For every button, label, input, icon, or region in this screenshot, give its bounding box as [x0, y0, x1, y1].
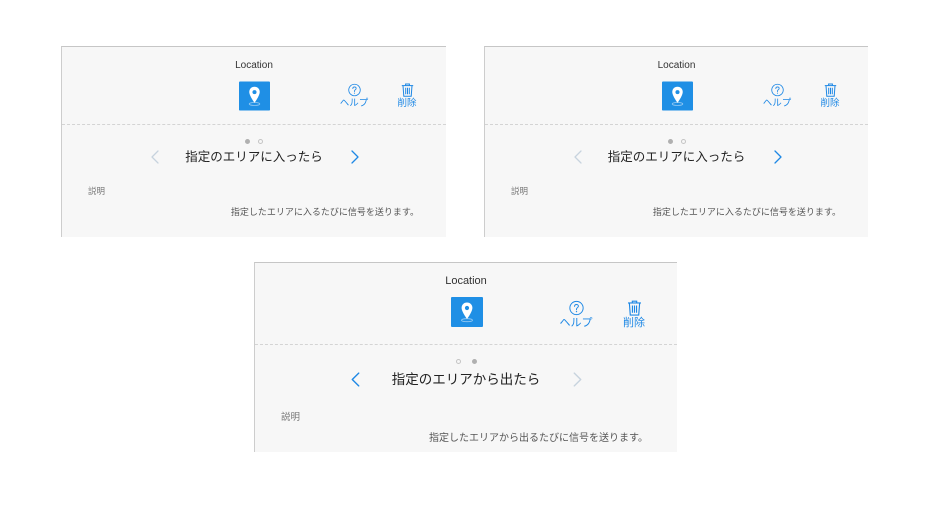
- page-dot[interactable]: [667, 139, 673, 144]
- next-trigger-button[interactable]: [351, 150, 359, 164]
- page-indicator: [62, 139, 446, 144]
- previous-trigger-button[interactable]: [574, 150, 582, 164]
- location-pin-icon: [661, 81, 693, 111]
- trash-icon: [401, 83, 413, 97]
- page-dot[interactable]: [245, 139, 250, 144]
- dashed-divider: [62, 124, 446, 125]
- dashed-divider: [485, 124, 868, 125]
- trigger-title: 指定のエリアに入ったら: [185, 150, 323, 164]
- card-title: Location: [657, 60, 696, 71]
- dashed-divider: [255, 344, 677, 345]
- page-indicator: [255, 359, 677, 364]
- trash-icon: [824, 83, 836, 97]
- help-icon: [568, 300, 584, 316]
- trigger-title: 指定のエリアに入ったら: [607, 150, 746, 164]
- description-text: 指定したエリアに入るたびに信号を送ります。: [652, 207, 841, 217]
- location-pin-icon: [451, 297, 483, 327]
- help-label: ヘルプ: [559, 317, 593, 329]
- chevron-right-icon: [573, 372, 582, 387]
- next-trigger-button[interactable]: [573, 372, 582, 387]
- next-trigger-button[interactable]: [774, 150, 782, 164]
- delete-label: 削除: [397, 98, 417, 109]
- page-dot[interactable]: [455, 359, 461, 364]
- chevron-right-icon: [351, 150, 359, 164]
- trigger-title: 指定のエリアから出たら: [391, 372, 541, 387]
- delete-label: 削除: [820, 98, 840, 109]
- delete-label: 削除: [623, 317, 645, 329]
- description-text: 指定したエリアから出るたびに信号を送ります。: [429, 433, 648, 444]
- location-trigger-card: Location ヘルプ 削除 指定のエリアから出たら 説明 指定したエリアから…: [254, 262, 677, 452]
- page-indicator: [485, 139, 868, 144]
- description-text: 指定したエリアに入るたびに信号を送ります。: [230, 207, 419, 217]
- card-title: Location: [445, 275, 487, 287]
- location-trigger-card: Location ヘルプ 削除 指定のエリアに入ったら 説明 指定したエリアに入…: [484, 46, 868, 237]
- description-label: 説明: [511, 186, 529, 196]
- description-label: 説明: [88, 186, 106, 196]
- delete-button[interactable]: 削除: [612, 300, 656, 330]
- help-icon: [770, 83, 784, 97]
- chevron-left-icon: [574, 150, 582, 164]
- chevron-right-icon: [774, 150, 782, 164]
- page-dot[interactable]: [258, 139, 263, 144]
- help-label: ヘルプ: [762, 98, 792, 109]
- help-button[interactable]: ヘルプ: [554, 300, 598, 330]
- previous-trigger-button[interactable]: [151, 150, 159, 164]
- location-pin-icon: [239, 81, 270, 111]
- card-title: Location: [235, 60, 273, 71]
- help-button[interactable]: ヘルプ: [334, 83, 374, 109]
- chevron-left-icon: [151, 150, 159, 164]
- previous-trigger-button[interactable]: [351, 372, 360, 387]
- chevron-left-icon: [351, 372, 360, 387]
- delete-button[interactable]: 削除: [387, 83, 427, 109]
- help-icon: [347, 83, 361, 97]
- help-label: ヘルプ: [339, 98, 369, 109]
- page-dot[interactable]: [471, 359, 477, 364]
- trash-icon: [627, 300, 641, 316]
- help-button[interactable]: ヘルプ: [757, 83, 797, 109]
- delete-button[interactable]: 削除: [810, 83, 850, 109]
- page-dot[interactable]: [680, 139, 686, 144]
- location-trigger-card: Location ヘルプ 削除 指定のエリアに入ったら 説明 指定したエリアに入…: [61, 46, 446, 237]
- description-label: 説明: [281, 412, 301, 423]
